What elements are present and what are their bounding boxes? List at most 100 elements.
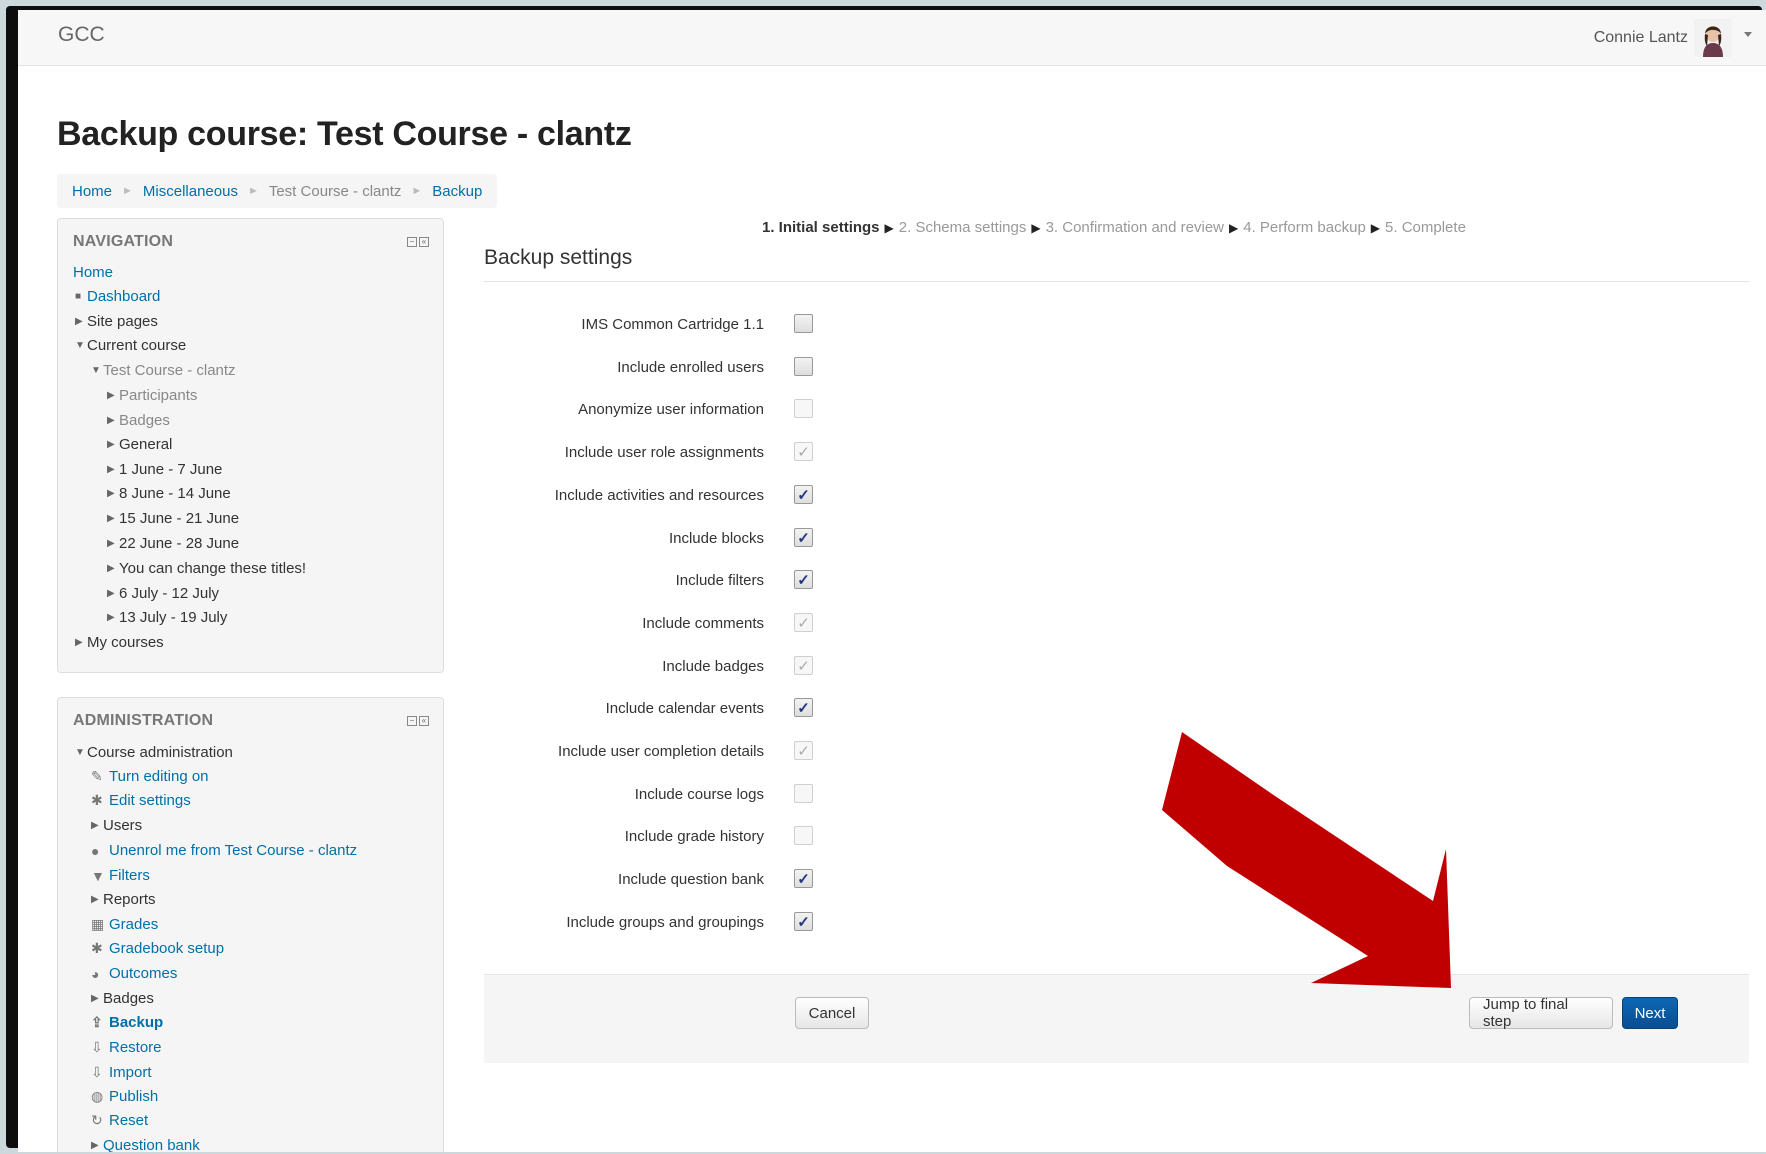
step-arrow-icon: ▶ — [1229, 221, 1239, 235]
setting-checkbox: ✓ — [794, 656, 813, 675]
chevron-down-icon[interactable] — [1744, 31, 1752, 37]
nav-item-week-6[interactable]: ▶ 13 July - 19 July — [107, 609, 227, 626]
jump-to-final-step-button[interactable]: Jump to final step — [1469, 996, 1613, 1030]
nav-label: 6 July - 12 July — [119, 585, 220, 602]
admin-item-turn-editing-on[interactable]: ✎ Turn editing on — [91, 768, 209, 785]
checkmark-icon: ✓ — [797, 657, 810, 675]
setting-checkbox[interactable] — [794, 314, 813, 333]
setting-row: Include activities and resources — [484, 482, 784, 508]
step-arrow-icon: ▶ — [1031, 221, 1041, 235]
expand-right-icon: ▶ — [107, 488, 115, 499]
setting-row: IMS Common Cartridge 1.1 — [484, 311, 784, 337]
setting-label: Include blocks — [668, 529, 764, 547]
admin-item-question-bank[interactable]: ▶ Question bank — [91, 1137, 200, 1152]
setting-label: Anonymize user information — [578, 400, 764, 418]
nav-item-site-pages[interactable]: ▶ Site pages — [75, 313, 158, 330]
admin-item-import[interactable]: ⇩ Import — [91, 1064, 152, 1081]
setting-label: Include filters — [675, 571, 764, 589]
admin-item-edit-settings[interactable]: ✱ Edit settings — [91, 792, 191, 809]
setting-label: Include comments — [642, 614, 764, 632]
nav-item-participants[interactable]: ▶ Participants — [107, 387, 197, 404]
nav-item-week-5[interactable]: ▶ 6 July - 12 July — [107, 585, 219, 602]
bullet-icon: ■ — [75, 291, 82, 302]
breadcrumb-miscellaneous[interactable]: Miscellaneous — [143, 183, 238, 200]
nav-item-test-course[interactable]: ▼ Test Course - clantz — [91, 362, 236, 379]
breadcrumb-separator-icon: ► — [411, 185, 423, 197]
section-title: Backup settings — [484, 246, 633, 269]
setting-checkbox[interactable]: ✓ — [794, 570, 813, 589]
nav-item-my-courses[interactable]: ▶ My courses — [75, 634, 164, 651]
setting-checkbox[interactable] — [794, 357, 813, 376]
admin-item-reports[interactable]: ▶ Reports — [91, 891, 156, 908]
expand-right-icon: ▶ — [107, 563, 115, 574]
pencil-icon: ✎ — [91, 768, 103, 784]
admin-item-unenrol[interactable]: ● Unenrol me from Test Course - clantz — [91, 842, 357, 859]
admin-item-filters[interactable]: ▼ Filters — [91, 867, 150, 884]
breadcrumb-backup[interactable]: Backup — [432, 183, 482, 200]
download-tray-icon: ⇩ — [91, 1039, 103, 1055]
admin-label: Edit settings — [109, 792, 191, 809]
moodle-page: GCC Connie Lantz Backup course: Test Cou… — [18, 10, 1766, 1152]
setting-row: Include comments — [484, 610, 784, 636]
breadcrumb-separator-icon: ► — [247, 185, 259, 197]
nav-item-current-course[interactable]: ▼ Current course — [75, 337, 186, 354]
breadcrumb-home[interactable]: Home — [72, 183, 112, 200]
user-name[interactable]: Connie Lantz — [1594, 29, 1688, 47]
nav-item-general[interactable]: ▶ General — [107, 436, 172, 453]
collapse-icon[interactable]: − — [407, 716, 417, 726]
admin-item-course-administration[interactable]: ▼ Course administration — [75, 744, 233, 761]
nav-item-change-titles[interactable]: ▶ You can change these titles! — [107, 560, 306, 577]
expand-right-icon: ▶ — [107, 612, 115, 623]
cancel-button[interactable]: Cancel — [795, 997, 869, 1029]
expand-right-icon: ▶ — [75, 316, 83, 327]
nav-label: My courses — [87, 634, 164, 651]
setting-checkbox[interactable]: ✓ — [794, 869, 813, 888]
nav-item-badges[interactable]: ▶ Badges — [107, 412, 170, 429]
admin-item-reset[interactable]: ↻ Reset — [91, 1112, 148, 1129]
admin-item-restore[interactable]: ⇩ Restore — [91, 1039, 162, 1056]
admin-item-gradebook-setup[interactable]: ✱ Gradebook setup — [91, 940, 224, 957]
step-complete: 5. Complete — [1385, 219, 1466, 236]
expand-right-icon: ▶ — [91, 894, 99, 905]
nav-item-week-4[interactable]: ▶ 22 June - 28 June — [107, 535, 239, 552]
collapse-icon[interactable]: − — [407, 237, 417, 247]
admin-item-grades[interactable]: ▦ Grades — [91, 916, 158, 933]
setting-checkbox: ✓ — [794, 741, 813, 760]
step-confirmation: 3. Confirmation and review — [1045, 219, 1224, 236]
user-menu[interactable]: Connie Lantz — [1594, 18, 1752, 58]
admin-label: Publish — [109, 1088, 159, 1105]
nav-label: 8 June - 14 June — [119, 485, 231, 502]
setting-label: Include question bank — [618, 870, 764, 888]
setting-checkbox — [794, 399, 813, 418]
next-button[interactable]: Next — [1622, 997, 1678, 1029]
admin-item-users[interactable]: ▶ Users — [91, 817, 142, 834]
admin-item-backup[interactable]: ⇪ Backup — [91, 1014, 163, 1031]
admin-item-badges[interactable]: ▶ Badges — [91, 990, 154, 1007]
dock-icon[interactable]: « — [419, 716, 429, 726]
expand-right-icon: ▶ — [107, 439, 115, 450]
admin-label: Grades — [109, 916, 159, 933]
dock-icon[interactable]: « — [419, 237, 429, 247]
setting-checkbox[interactable]: ✓ — [794, 528, 813, 547]
nav-item-week-3[interactable]: ▶ 15 June - 21 June — [107, 510, 239, 527]
nav-item-week-2[interactable]: ▶ 8 June - 14 June — [107, 485, 231, 502]
setting-checkbox[interactable]: ✓ — [794, 485, 813, 504]
admin-item-publish[interactable]: ◍ Publish — [91, 1088, 158, 1105]
setting-label: Include grade history — [624, 827, 764, 845]
expand-right-icon: ▶ — [91, 820, 99, 831]
site-brand[interactable]: GCC — [58, 23, 105, 47]
nav-item-week-1[interactable]: ▶ 1 June - 7 June — [107, 461, 222, 478]
expand-down-icon: ▼ — [75, 747, 85, 758]
nav-item-dashboard[interactable]: ■ Dashboard — [75, 288, 160, 305]
nav-label: Test Course - clantz — [103, 362, 236, 379]
nav-label: Current course — [87, 337, 187, 354]
admin-item-outcomes[interactable]: ◕ Outcomes — [91, 965, 177, 982]
expand-down-icon: ▼ — [91, 365, 101, 376]
nav-label: Badges — [119, 412, 170, 429]
avatar[interactable] — [1694, 19, 1732, 57]
checkmark-icon: ✓ — [797, 614, 810, 632]
nav-label: Site pages — [87, 313, 158, 330]
setting-checkbox[interactable]: ✓ — [794, 698, 813, 717]
setting-checkbox[interactable]: ✓ — [794, 912, 813, 931]
nav-item-home[interactable]: Home — [73, 264, 113, 281]
